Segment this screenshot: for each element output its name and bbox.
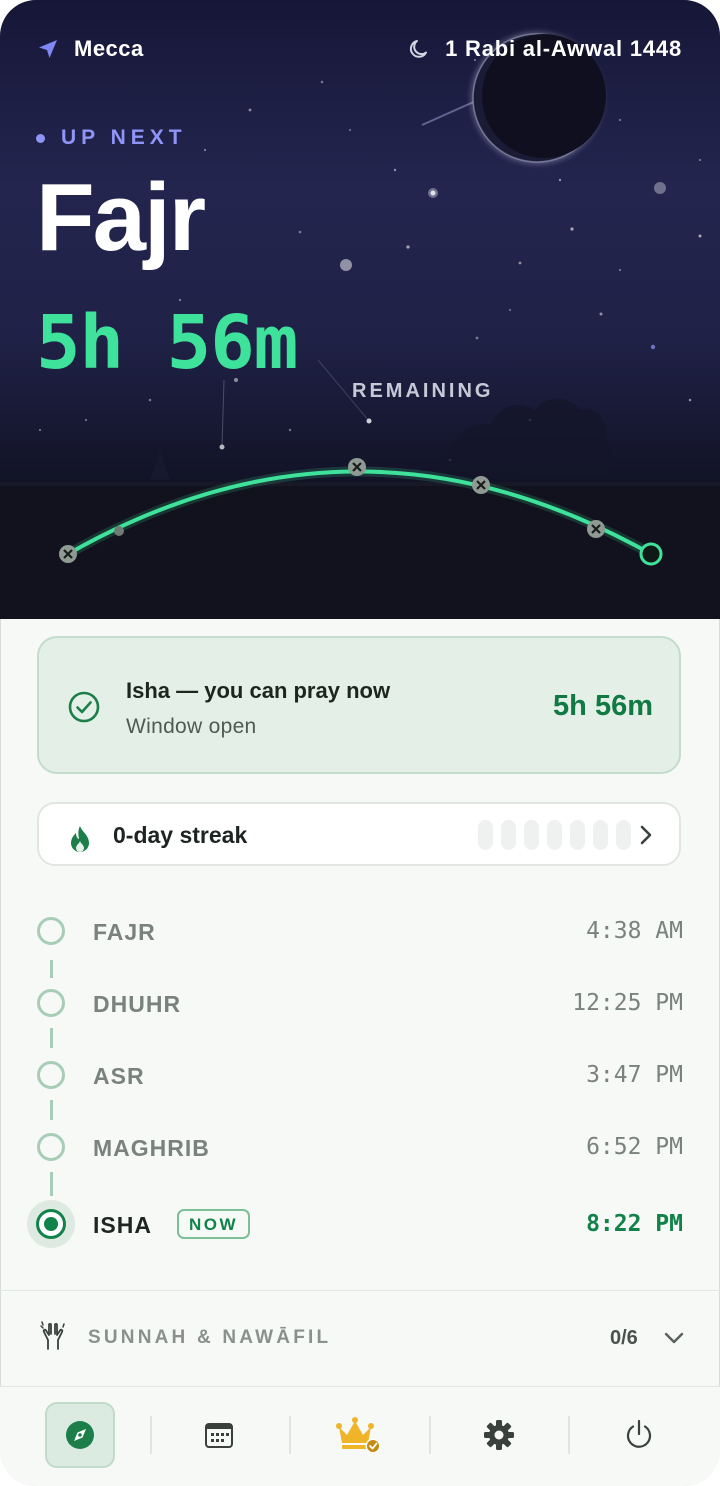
- marker-missed-icon: [348, 458, 366, 476]
- tab-divider: [289, 1416, 291, 1454]
- chevron-down-icon[interactable]: [663, 1328, 685, 1348]
- remaining-label: REMAINING: [352, 380, 494, 402]
- tab-calendar[interactable]: [184, 1402, 254, 1468]
- status-ring[interactable]: [37, 989, 65, 1017]
- praying-hands-icon: [40, 1321, 65, 1350]
- status-ring[interactable]: [37, 1133, 65, 1161]
- streak-day-indicators: [478, 820, 631, 850]
- sunnah-label: SUNNAH & NAWĀFIL: [88, 1327, 332, 1348]
- current-prayer-card[interactable]: Isha — you can pray now Window open 5h 5…: [37, 636, 681, 774]
- location-arrow-icon: [39, 40, 57, 58]
- marker-missed-icon: [472, 476, 490, 494]
- sunnah-count: 0/6: [610, 1327, 638, 1349]
- current-prayer-subtitle: Window open: [126, 715, 257, 738]
- current-position-marker: [639, 542, 663, 566]
- current-prayer-time-left: 5h 56m: [553, 690, 653, 722]
- prayer-time: 3:47 PM: [586, 1062, 683, 1088]
- chevron-right-icon: [640, 825, 652, 845]
- current-prayer-title: Isha — you can pray now: [126, 678, 391, 703]
- hijri-date-label: 1 Rabi al-Awwal 1448: [445, 36, 682, 61]
- status-ring[interactable]: [37, 917, 65, 945]
- prayer-name: FAJR: [93, 919, 156, 945]
- up-next-text: UP NEXT: [61, 126, 187, 149]
- check-circle-icon: [68, 691, 100, 723]
- prayer-time: 8:22 PM: [586, 1211, 683, 1237]
- streak-day: [593, 820, 608, 850]
- timeline-connector: [50, 1028, 53, 1048]
- power-icon: [626, 1419, 652, 1448]
- flame-icon: [71, 826, 89, 852]
- hijri-date: 1 Rabi al-Awwal 1448: [407, 36, 682, 62]
- prayer-time: 6:52 PM: [586, 1134, 683, 1160]
- prayer-time: 4:38 AM: [586, 918, 683, 944]
- compass-icon: [66, 1421, 94, 1449]
- prayer-row-dhuhr[interactable]: DHUHR 12:25 PM: [0, 985, 720, 1025]
- streak-day: [570, 820, 585, 850]
- timeline-connector: [50, 1172, 53, 1196]
- tab-divider: [568, 1416, 570, 1454]
- prayer-name: ASR: [93, 1063, 145, 1089]
- prayer-time: 12:25 PM: [572, 990, 683, 1016]
- calendar-icon: [205, 1423, 233, 1448]
- prayer-name: MAGHRIB: [93, 1135, 210, 1161]
- prayer-name: DHUHR: [93, 991, 182, 1017]
- marker-missed-icon: [59, 545, 77, 563]
- countdown-timer: 5h 56m: [36, 300, 298, 386]
- sunnah-section[interactable]: SUNNAH & NAWĀFIL 0/6: [0, 1292, 720, 1386]
- streak-card[interactable]: 0-day streak: [37, 802, 681, 866]
- streak-label: 0-day streak: [113, 822, 248, 848]
- streak-day: [616, 820, 631, 850]
- hero-panel: Mecca 1 Rabi al-Awwal 1448 UP NEXT Fajr …: [0, 0, 720, 619]
- tab-premium[interactable]: [324, 1402, 394, 1468]
- location[interactable]: Mecca: [36, 36, 144, 62]
- prayer-row-isha[interactable]: ISHA 8:22 PM: [0, 1206, 720, 1246]
- prayer-row-maghrib[interactable]: MAGHRIB 6:52 PM: [0, 1129, 720, 1169]
- prayer-row-fajr[interactable]: FAJR 4:38 AM: [0, 913, 720, 953]
- crescent-moon-icon: [410, 40, 428, 58]
- timeline-connector: [50, 1100, 53, 1120]
- up-next-label: UP NEXT: [36, 126, 187, 150]
- tab-settings[interactable]: [464, 1402, 534, 1468]
- prayer-app: Mecca 1 Rabi al-Awwal 1448 UP NEXT Fajr …: [0, 0, 720, 1486]
- divider: [0, 1290, 720, 1291]
- timeline-connector: [50, 960, 53, 978]
- tab-compass[interactable]: [45, 1402, 115, 1468]
- location-label: Mecca: [74, 36, 144, 61]
- crown-icon: [336, 1417, 381, 1454]
- tab-power[interactable]: [604, 1402, 674, 1468]
- status-ring[interactable]: [37, 1061, 65, 1089]
- streak-day: [501, 820, 516, 850]
- prayer-row-asr[interactable]: ASR 3:47 PM: [0, 1057, 720, 1097]
- up-next-dot: [36, 133, 45, 143]
- streak-day: [524, 820, 539, 850]
- bottom-tab-bar: [0, 1387, 720, 1486]
- marker-missed-icon: [587, 520, 605, 538]
- now-badge: NOW: [177, 1209, 251, 1239]
- streak-day: [547, 820, 562, 850]
- gear-icon: [484, 1420, 514, 1450]
- tab-divider: [429, 1416, 431, 1454]
- next-prayer-name: Fajr: [36, 164, 206, 271]
- tab-divider: [150, 1416, 152, 1454]
- prayer-name: ISHA: [93, 1212, 152, 1238]
- streak-day: [478, 820, 493, 850]
